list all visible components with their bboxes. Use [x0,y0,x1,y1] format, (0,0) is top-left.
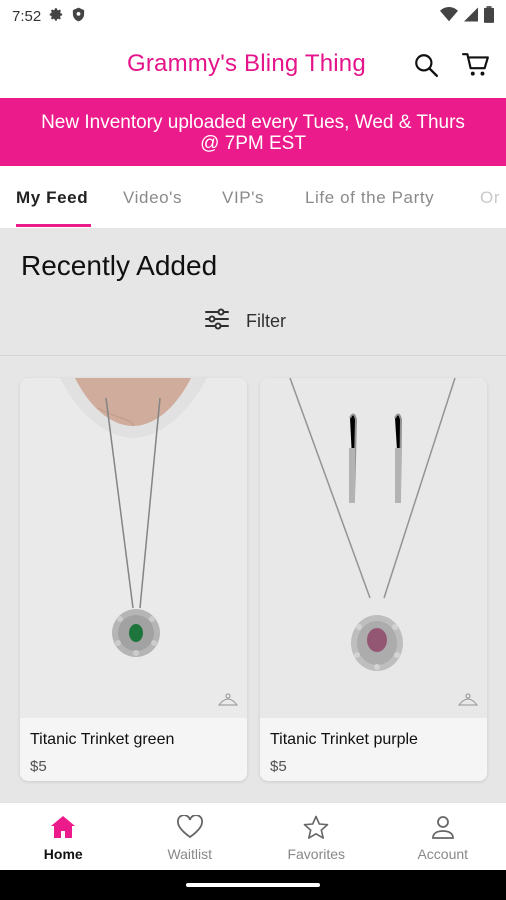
star-icon [303,815,329,842]
divider [0,355,506,356]
product-card[interactable]: Titanic Trinket green $5 [20,378,247,781]
sliders-icon [204,308,230,335]
status-time: 7:52 [12,7,42,25]
wifi-icon [440,6,458,26]
paparazzi-logo-icon [217,693,239,712]
home-gesture-handle[interactable] [186,883,320,887]
product-name: Titanic Trinket green [30,731,175,748]
product-name: Titanic Trinket purple [270,731,418,748]
store-title: Grammy's Bling Thing [127,50,366,77]
status-bar: 7:52 [0,0,506,32]
announcement-banner: New Inventory uploaded every Tues, Wed &… [0,98,506,166]
nav-favorites-label: Favorites [287,846,346,862]
nav-waitlist[interactable]: Waitlist [127,803,254,870]
app-header: Grammy's Bling Thing [0,32,506,98]
shield-icon [72,7,85,26]
product-price: $5 [270,758,287,775]
banner-line-2: @ 7PM EST [200,133,306,154]
product-price: $5 [30,758,47,775]
tab-my-feed[interactable]: My Feed [16,188,88,208]
paparazzi-logo-icon [457,693,479,712]
filter-label: Filter [246,311,286,331]
feed-content: Recently Added Filter Titanic Trinket gr… [0,228,506,802]
filter-button[interactable]: Filter [204,308,286,335]
tab-partial[interactable]: Or [480,188,500,208]
battery-icon [484,5,494,27]
nav-favorites[interactable]: Favorites [253,803,380,870]
nav-home[interactable]: Home [0,803,127,870]
nav-account[interactable]: Account [380,803,506,870]
settings-icon [49,7,64,26]
product-image [20,378,247,718]
signal-icon [464,7,478,26]
category-tabs: My Feed Video's VIP's Life of the Party … [0,166,506,228]
person-icon [430,815,456,842]
product-image [260,378,487,718]
search-icon[interactable] [411,50,441,80]
active-tab-indicator [16,224,91,227]
banner-line-1: New Inventory uploaded every Tues, Wed &… [41,112,465,133]
nav-account-label: Account [417,846,469,862]
nav-home-label: Home [43,846,83,862]
system-gesture-bar [0,870,506,900]
cart-icon[interactable] [461,50,491,80]
home-icon [50,815,76,842]
heart-icon [176,814,204,842]
bottom-nav: Home Waitlist Favorites Account [0,802,506,870]
nav-waitlist-label: Waitlist [167,846,213,862]
tab-life-of-the-party[interactable]: Life of the Party [305,188,434,208]
section-title: Recently Added [21,250,218,281]
tab-videos[interactable]: Video's [123,188,182,208]
product-card[interactable]: Titanic Trinket purple $5 [260,378,487,781]
tab-vips[interactable]: VIP's [222,188,264,208]
